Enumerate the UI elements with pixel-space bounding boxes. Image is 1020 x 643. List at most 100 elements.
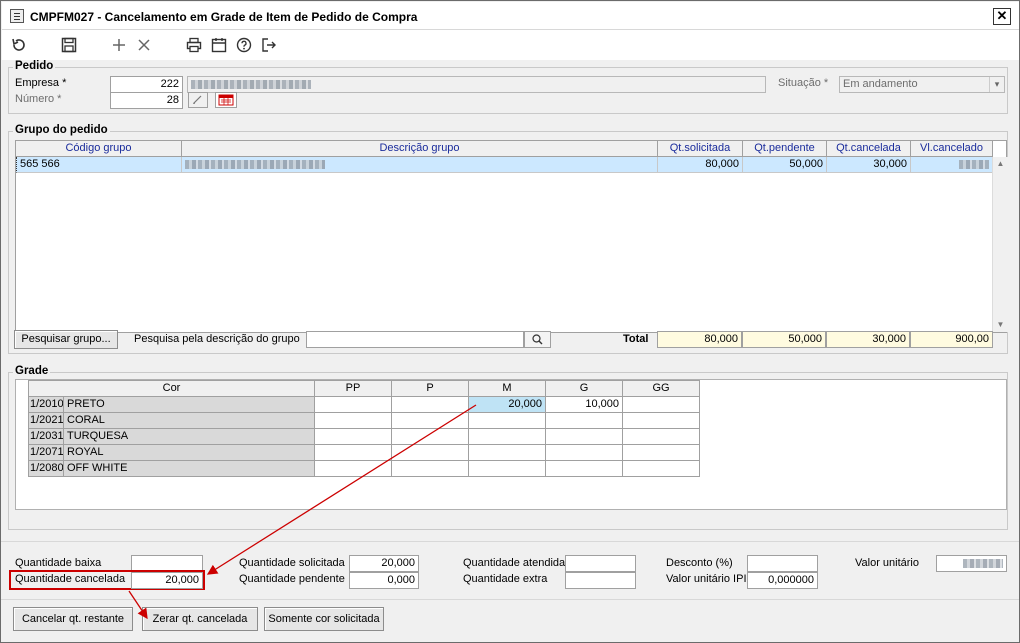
- main-window: CMPFM027 - Cancelamento em Grade de Item…: [0, 0, 1020, 643]
- empresa-name-field: [187, 76, 766, 93]
- col-g[interactable]: G: [546, 380, 623, 397]
- add-icon[interactable]: [110, 36, 128, 54]
- col-codigo-grupo[interactable]: Código grupo: [16, 141, 182, 157]
- scroll-up-icon[interactable]: ▲: [993, 157, 1008, 171]
- cell-qt-cancelada: 30,000: [827, 157, 911, 173]
- grade-size-cell[interactable]: [623, 413, 700, 429]
- grade-size-cell[interactable]: [623, 397, 700, 413]
- grade-size-cell[interactable]: [315, 397, 392, 413]
- cell-qt-pendente: 50,000: [743, 157, 827, 173]
- grade-code-cell: 1/2080: [28, 461, 64, 477]
- valor-unitario-label: Valor unitário: [855, 557, 919, 569]
- grade-size-cell[interactable]: [392, 461, 469, 477]
- delete-icon[interactable]: [135, 36, 153, 54]
- grade-size-cell[interactable]: [315, 461, 392, 477]
- situacao-label: Situação *: [778, 77, 829, 89]
- col-m[interactable]: M: [469, 380, 546, 397]
- grade-size-cell[interactable]: 10,000: [546, 397, 623, 413]
- exit-icon[interactable]: [260, 36, 278, 54]
- col-cor[interactable]: Cor: [28, 380, 315, 397]
- grade-size-cell[interactable]: [392, 429, 469, 445]
- pesquisa-descricao-input[interactable]: [306, 331, 524, 348]
- print-icon[interactable]: [185, 36, 203, 54]
- quantidade-solicitada-input[interactable]: 20,000: [349, 555, 419, 572]
- grade-size-cell[interactable]: [546, 413, 623, 429]
- situacao-value: Em andamento: [843, 78, 918, 90]
- close-button[interactable]: ✕: [993, 8, 1011, 25]
- grade-size-cell[interactable]: [315, 413, 392, 429]
- col-qt-cancelada[interactable]: Qt.cancelada: [827, 141, 911, 157]
- grade-size-cell[interactable]: [623, 445, 700, 461]
- undo-icon[interactable]: [10, 36, 28, 54]
- grade-size-cell[interactable]: [315, 429, 392, 445]
- col-pp[interactable]: PP: [315, 380, 392, 397]
- edit-pencil-icon[interactable]: [188, 92, 208, 108]
- numero-label: Número *: [15, 93, 62, 105]
- calendar-icon[interactable]: [210, 36, 228, 54]
- quantidade-atendida-label: Quantidade atendida: [463, 557, 566, 569]
- col-qt-pendente[interactable]: Qt.pendente: [743, 141, 827, 157]
- quantidade-extra-input[interactable]: [565, 572, 636, 589]
- somente-cor-button[interactable]: Somente cor solicitada: [264, 607, 384, 631]
- desconto-label: Desconto (%): [666, 557, 733, 569]
- quantidade-solicitada-label: Quantidade solicitada: [239, 557, 345, 569]
- grade-cor-cell: TURQUESA: [64, 429, 315, 445]
- grade-size-cell[interactable]: [469, 461, 546, 477]
- quantidade-atendida-input[interactable]: [565, 555, 636, 572]
- grade-size-cell[interactable]: [469, 445, 546, 461]
- save-icon[interactable]: [60, 36, 78, 54]
- app-icon: [10, 9, 24, 23]
- situacao-select[interactable]: Em andamento: [839, 76, 1005, 93]
- grade-size-cell[interactable]: [546, 461, 623, 477]
- grade-cor-cell: ROYAL: [64, 445, 315, 461]
- grade-size-cell[interactable]: [469, 413, 546, 429]
- col-descricao-grupo[interactable]: Descrição grupo: [182, 141, 658, 157]
- valor-unitario-ipi-input[interactable]: 0,000000: [747, 572, 818, 589]
- grade-size-cell[interactable]: [623, 429, 700, 445]
- pesquisar-grupo-button[interactable]: Pesquisar grupo...: [14, 330, 118, 349]
- cell-vl-cancelado: [911, 157, 993, 173]
- col-p[interactable]: P: [392, 380, 469, 397]
- grade-code-cell: 1/2071: [28, 445, 64, 461]
- pedido-legend: Pedido: [13, 60, 56, 72]
- quantidade-cancelada-input[interactable]: 20,000: [131, 572, 203, 589]
- empresa-label: Empresa *: [15, 77, 67, 89]
- quantidade-extra-label: Quantidade extra: [463, 573, 548, 585]
- grade-size-cell[interactable]: 20,000: [469, 397, 546, 413]
- desconto-input[interactable]: [747, 555, 818, 572]
- grupo-legend: Grupo do pedido: [13, 124, 110, 136]
- grade-size-cell[interactable]: [392, 413, 469, 429]
- grade-table: Cor PP P M G GG 1/2010 PRETO 20,000 10,000 1…: [15, 379, 1007, 510]
- scroll-down-icon[interactable]: ▼: [993, 318, 1008, 332]
- grade-size-cell[interactable]: [546, 429, 623, 445]
- grade-size-cell[interactable]: [392, 397, 469, 413]
- grade-size-cell[interactable]: [392, 445, 469, 461]
- grade-size-cell[interactable]: [315, 445, 392, 461]
- calendar-picker-icon[interactable]: [215, 92, 237, 108]
- col-qt-solicitada[interactable]: Qt.solicitada: [658, 141, 743, 157]
- zerar-cancelada-button[interactable]: Zerar qt. cancelada: [142, 607, 258, 631]
- total-qt-cancelada: 30,000: [826, 331, 910, 348]
- grade-size-cell[interactable]: [623, 461, 700, 477]
- numero-input[interactable]: 28: [110, 92, 183, 109]
- col-gg[interactable]: GG: [623, 380, 700, 397]
- chevron-down-icon[interactable]: ▾: [989, 77, 1004, 92]
- total-label: Total: [623, 333, 649, 345]
- valor-unitario-ipi-label: Valor unitário IPI: [666, 573, 747, 585]
- grupo-scrollbar[interactable]: ▲ ▼: [992, 157, 1008, 332]
- empresa-input[interactable]: 222: [110, 76, 183, 93]
- divider: [1, 541, 1019, 542]
- cell-qt-solicitada: 80,000: [658, 157, 743, 173]
- help-icon[interactable]: [235, 36, 253, 54]
- quantidade-pendente-input[interactable]: 0,000: [349, 572, 419, 589]
- search-icon[interactable]: [524, 331, 551, 348]
- valor-unitario-input[interactable]: [936, 555, 1007, 572]
- grade-size-cell[interactable]: [546, 445, 623, 461]
- total-qt-solicitada: 80,000: [657, 331, 742, 348]
- window-title: CMPFM027 - Cancelamento em Grade de Item…: [30, 10, 418, 24]
- grade-size-cell[interactable]: [469, 429, 546, 445]
- quantidade-pendente-label: Quantidade pendente: [239, 573, 345, 585]
- cancelar-restante-button[interactable]: Cancelar qt. restante: [13, 607, 133, 631]
- col-vl-cancelado[interactable]: Vl.cancelado: [911, 141, 993, 157]
- grade-legend: Grade: [13, 365, 51, 377]
